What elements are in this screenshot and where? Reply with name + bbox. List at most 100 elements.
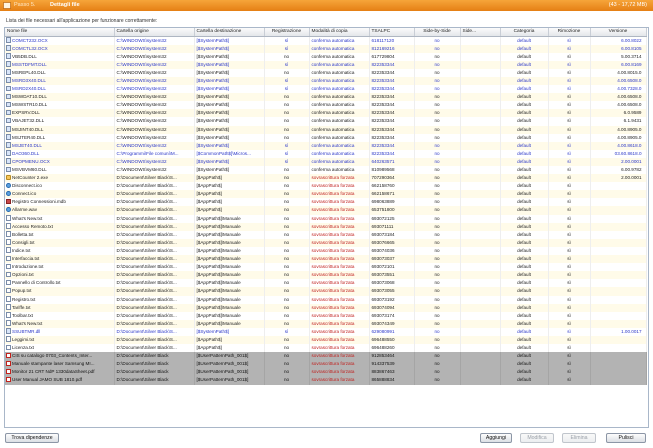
file-name: Connect.ico — [12, 191, 37, 197]
rem-cell: sì — [548, 376, 591, 385]
column-header[interactable]: Side-by-Side — [414, 28, 461, 37]
column-header[interactable]: Modalità di copia — [309, 28, 370, 37]
column-header[interactable]: Rimozione — [548, 28, 591, 37]
table-row[interactable]: SSUBTMR.dll D:\Document\Silver Black\S...… — [5, 327, 647, 336]
table-row[interactable]: Monitor 21 CRT NdP 1330dataSheet.pdf D:\D… — [5, 368, 647, 377]
table-row[interactable]: DAO360.DLL C:\Programmi\File comuni\M...[… — [5, 149, 647, 158]
src-cell: D:\Document\Silver Black\S... — [114, 263, 195, 272]
sbs-cell: no — [414, 85, 461, 94]
table-row[interactable]: Pannello di Controllo.txt D:\Document\Sil… — [5, 279, 647, 288]
table-row[interactable]: MSJINT40.DLL C:\WINDOWS\system32 [$SystemP… — [5, 125, 647, 134]
clean-button[interactable]: Pulisci — [606, 433, 646, 443]
table-row[interactable]: Licenza.txt D:\Document\Silver Black\S...… — [5, 344, 647, 353]
cat-cell: default — [500, 319, 549, 328]
table-row[interactable]: NetCounter 2.exe D:\Document\Silver Black… — [5, 174, 647, 183]
table-row[interactable]: Manuale stampante laser Samsung MI... D:\… — [5, 360, 647, 369]
table-row[interactable]: MSWDAT10.DLL C:\WINDOWS\system32 [$SystemP… — [5, 93, 647, 102]
mode-cell: conferma automatica — [309, 149, 370, 158]
dst-cell: [$SystemPath$] — [194, 125, 265, 134]
mode-cell: conferma automatica — [309, 101, 370, 110]
table-row[interactable]: CPOPMENU.OCX C:\WINDOWS\system32 [$SystemP… — [5, 157, 647, 166]
column-header[interactable]: Categoria — [500, 28, 549, 37]
table-row[interactable]: Connect.ico D:\Document\Silver Black\S...… — [5, 190, 647, 199]
sbs2-cell — [460, 101, 501, 110]
column-header[interactable]: Cartella origine — [114, 28, 195, 37]
src-cell: D:\Document\Silver Black\S... — [114, 238, 195, 247]
table-row[interactable]: Interfaccia.txt D:\Document\Silver Black\… — [5, 255, 647, 264]
txt-file-icon — [6, 304, 11, 310]
table-row[interactable]: Disconnect.ico D:\Document\Silver Black\S… — [5, 182, 647, 191]
ver-cell — [590, 190, 647, 199]
column-header[interactable]: Versione — [590, 28, 647, 37]
ver-cell: 4.00.8015.0 — [590, 68, 647, 77]
reg-cell: sì — [264, 85, 310, 94]
sbs2-cell — [460, 60, 501, 69]
ver-cell — [590, 335, 647, 345]
table-row[interactable]: MSSTDFMT.DLL C:\WINDOWS\system32 [$SystemP… — [5, 60, 647, 69]
src-cell: C:\WINDOWS\system32 — [114, 141, 195, 150]
column-header[interactable]: Nome file — [5, 28, 115, 37]
table-row[interactable]: COMCT232.OCX C:\WINDOWS\system32 [$SystemP… — [5, 36, 647, 45]
table-row[interactable]: What's New.txt D:\Document\Silver Black\S… — [5, 214, 647, 223]
table-row[interactable]: MSWSTR10.DLL C:\WINDOWS\system32 [$SystemP… — [5, 101, 647, 110]
cat-cell: default — [500, 206, 549, 215]
remove-button[interactable]: Elimina — [562, 433, 596, 443]
rem-cell: sì — [548, 271, 591, 280]
table-row[interactable]: What's New.txt D:\Document\Silver Black\S… — [5, 319, 647, 328]
table-row[interactable]: MSREPL40.DLL C:\WINDOWS\system32 [$SystemP… — [5, 68, 647, 77]
column-header[interactable]: Side... — [460, 28, 501, 37]
table-row[interactable]: Bolletta.txt D:\Document\Silver Black\S..… — [5, 230, 647, 239]
table-row[interactable]: Tariffe.txt D:\Document\Silver Black\S...… — [5, 303, 647, 312]
column-header[interactable]: Cartella destinazione — [194, 28, 265, 37]
src-cell: D:\Document\Silver Black\S... — [114, 182, 195, 191]
table-row[interactable]: Toolbar.txt D:\Document\Silver Black\S...… — [5, 311, 647, 320]
table-row[interactable]: User Manual JAMO SUB 1810.pdf D:\Document… — [5, 376, 647, 385]
table-row[interactable]: MSRD3X40.DLL C:\WINDOWS\system32 [$SystemP… — [5, 76, 647, 86]
table-row[interactable]: COMCTL32.OCX C:\WINDOWS\system32 [$SystemP… — [5, 44, 647, 53]
table-row[interactable]: MSVBVM60.DLL C:\WINDOWS\system32 [$SystemP… — [5, 166, 647, 175]
table-row[interactable]: VBAJET32.DLL C:\WINDOWS\system32 [$SystemP… — [5, 117, 647, 126]
sbs-cell: no — [414, 255, 461, 264]
files-table[interactable]: Nome file Cartella origine Cartella destin… — [4, 27, 649, 428]
table-row[interactable]: Opzioni.txt D:\Document\Silver Black\S...… — [5, 271, 647, 280]
file-name-cell: SSUBTMR.dll — [5, 327, 115, 336]
ver-cell — [590, 238, 647, 247]
table-row[interactable]: Registro Connessioni.mdb D:\Document\Silv… — [5, 198, 647, 207]
add-button[interactable]: Aggiungi — [480, 433, 512, 443]
sbs2-cell — [460, 222, 501, 231]
table-row[interactable]: Popup.txt D:\Document\Silver Black\S... [$… — [5, 287, 647, 296]
table-row[interactable]: Allarme.wav D:\Document\Silver Black\S...… — [5, 206, 647, 215]
edit-button[interactable]: Modifica — [520, 433, 554, 443]
reg-cell: sì — [264, 76, 310, 86]
table-row[interactable]: Accesso Remoto.txt D:\Document\Silver Bla… — [5, 222, 647, 231]
sbs-cell: no — [414, 44, 461, 53]
dst-cell: [$SystemPath$] — [194, 117, 265, 126]
tsa-cell: 693073184 — [369, 230, 415, 239]
table-row[interactable]: CIS su catalogo 0703_Contents_Inter... D:… — [5, 352, 647, 361]
table-row[interactable]: MSRD2X40.DLL C:\WINDOWS\system32 [$SystemP… — [5, 85, 647, 94]
dll-file-icon — [6, 85, 11, 92]
table-row[interactable]: MSJTER40.DLL C:\WINDOWS\system32 [$SystemP… — [5, 133, 647, 142]
rem-cell: sì — [548, 52, 591, 61]
table-row[interactable]: Consigli.txt D:\Document\Silver Black\S..… — [5, 238, 647, 247]
file-name: Monitor 21 CRT NdP 1330dataSheet.pdf — [12, 369, 95, 375]
column-header[interactable]: Registrazione — [264, 28, 310, 37]
table-row[interactable]: Indice.txt D:\Document\Silver Black\S...[… — [5, 246, 647, 256]
ver-cell — [590, 311, 647, 320]
txt-file-icon — [6, 312, 11, 318]
table-row[interactable]: VB5DB.DLL C:\WINDOWS\system32 [$SystemPath… — [5, 52, 647, 61]
sbs-cell: no — [414, 101, 461, 110]
table-row[interactable]: EXPSRV.DLL C:\WINDOWS\system32 [$SystemPat… — [5, 109, 647, 118]
table-row[interactable]: MSJET40.DLL C:\WINDOWS\system32 [$SystemPa… — [5, 141, 647, 150]
reg-cell: no — [264, 133, 310, 142]
txt-file-icon — [6, 263, 11, 270]
find-dependencies-button[interactable]: Trova dipendenze — [5, 433, 59, 443]
file-name: Registro Connessioni.mdb — [12, 199, 66, 205]
table-row[interactable]: Introduzione.txt D:\Document\Silver Black… — [5, 263, 647, 272]
tsa-cell: 707290364 — [369, 174, 415, 183]
table-row[interactable]: Registro.txt D:\Document\Silver Black\S..… — [5, 295, 647, 304]
cat-cell: default — [500, 36, 549, 45]
table-row[interactable]: Leggimi.txt D:\Document\Silver Black\S...… — [5, 335, 647, 345]
mode-cell: sovrascrittura forzata — [309, 238, 370, 247]
column-header[interactable]: TSALPC — [369, 28, 415, 37]
